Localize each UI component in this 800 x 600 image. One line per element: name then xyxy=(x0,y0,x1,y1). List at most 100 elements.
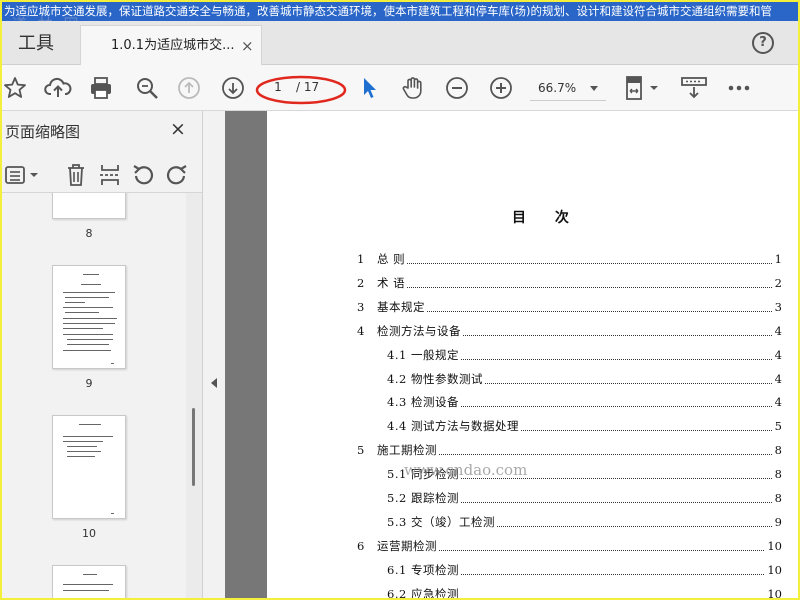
thumbnail-page-10[interactable] xyxy=(52,415,126,519)
collapse-left-icon[interactable] xyxy=(211,378,217,388)
panel-title: 页面缩略图 xyxy=(5,123,81,141)
close-tab-icon[interactable]: × xyxy=(241,38,254,54)
toc-entry-page: 9 xyxy=(772,513,782,530)
toc-entry-text: 4.3 检测设备 xyxy=(387,394,461,411)
toc-entry-page: 4 xyxy=(772,346,782,363)
delete-page-icon[interactable] xyxy=(64,162,88,192)
toc-entry-text: 6.1 专项检测 xyxy=(387,561,461,578)
window-title: 为适应城市交通发展，保证道路交通安全与畅通，改善城市静态交通环境，使本市建筑工程… xyxy=(4,4,772,18)
tab-bar: 工具 1.0.1为适应城市交... × ? xyxy=(2,21,798,65)
more-icon[interactable] xyxy=(726,75,752,101)
toc-entry-number: 1 xyxy=(357,252,365,266)
toc-entry-text: 基本规定 xyxy=(377,298,427,315)
thumbnail-scrollbar[interactable] xyxy=(186,193,202,598)
prev-page-icon[interactable] xyxy=(176,75,202,101)
toc-entry-text: 术 语 xyxy=(377,274,408,291)
toc-entry-page: 4 xyxy=(772,394,782,411)
zoom-value: 66.7% xyxy=(538,81,577,95)
toc-entry[interactable]: 4.2 物性参数测试 4 xyxy=(357,370,782,387)
toc-entry[interactable]: 1 总 则 1 xyxy=(357,251,782,267)
toc-entry-text: 4.4 测试方法与数据处理 xyxy=(387,418,521,435)
toc-entry-text: 4.2 物性参数测试 xyxy=(387,370,485,387)
scroll-mode-icon[interactable] xyxy=(680,75,708,101)
toc-entry-page: 3 xyxy=(772,298,782,315)
toc-entry-page: 5 xyxy=(772,418,782,435)
toc-leader-dots xyxy=(377,310,778,312)
toc-leader-dots xyxy=(377,262,778,264)
toc-entry-text: 运营期检测 xyxy=(377,537,439,554)
toc-entry-text: 施工期检测 xyxy=(377,442,439,459)
toc-entry-text: 5.2 跟踪检测 xyxy=(387,490,461,506)
toc-entry[interactable]: 4.3 检测设备 4 xyxy=(357,394,782,411)
toc-entry[interactable]: 5 施工期检测 8 xyxy=(357,442,782,459)
thumbnail-page-11[interactable] xyxy=(52,565,126,598)
thumbnail-page-8[interactable] xyxy=(52,193,126,219)
page-thumbnails-panel: 页面缩略图 × 8 9 10 xyxy=(2,111,203,598)
toc-entry-text: 5.3 交（竣）工检测 xyxy=(387,513,497,530)
toc-entry-number: 4 xyxy=(357,323,365,338)
toc-entry[interactable]: 5.3 交（竣）工检测 9 xyxy=(357,513,782,530)
toc-entry-page: 10 xyxy=(765,537,782,554)
next-page-icon[interactable] xyxy=(220,75,246,101)
thumbnail-label: 9 xyxy=(85,377,93,390)
toc-title: 目 次 xyxy=(512,210,581,226)
toc-entry[interactable]: 6.2 应急检测 10 xyxy=(357,585,782,598)
bookmark-star-icon[interactable] xyxy=(2,75,28,101)
main-toolbar: 1 / 17 66.7% xyxy=(2,65,798,111)
toc-entry-text: 检测方法与设备 xyxy=(377,322,463,339)
toc-entry-page: 8 xyxy=(772,442,782,459)
toc-entry-page: 4 xyxy=(772,322,782,339)
toc-entry-page: 8 xyxy=(772,490,782,506)
panel-toolbar xyxy=(2,155,202,193)
toc-leader-dots xyxy=(377,286,778,288)
toc-entry-page: 2 xyxy=(772,274,782,291)
help-icon[interactable]: ? xyxy=(752,32,774,54)
tab-tools[interactable]: 工具 xyxy=(2,21,72,65)
thumbnail-label: 8 xyxy=(85,227,93,240)
toc-entry[interactable]: 6 运营期检测 10 xyxy=(357,537,782,554)
toc-entry-page: 10 xyxy=(765,585,782,598)
tab-document-label: 1.0.1为适应城市交... xyxy=(111,38,235,53)
hand-tool-icon[interactable] xyxy=(400,75,426,101)
thumbnail-page-9[interactable] xyxy=(52,265,126,369)
panel-collapse-strip[interactable] xyxy=(203,111,225,598)
zoom-search-icon[interactable] xyxy=(134,75,160,101)
window-title-bar: 为适应城市交通发展，保证道路交通安全与畅通，改善城市静态交通环境，使本市建筑工程… xyxy=(2,2,798,21)
zoom-dropdown[interactable]: 66.7% xyxy=(530,75,606,101)
toc-entry-number: 5 xyxy=(357,443,365,458)
close-panel-icon[interactable]: × xyxy=(170,119,186,139)
toc-entry-page: 1 xyxy=(772,251,782,267)
document-view: 目 次 1总 则12术 语 2 3 基本规定 3 4 检测方法与设备 4 4.1 一般规定 4 4.… xyxy=(225,111,798,598)
toc-entry-text: 6.2 应急检测 xyxy=(387,585,461,598)
toc-entry-page: 4 xyxy=(772,370,782,387)
select-cursor-icon[interactable] xyxy=(358,75,380,101)
extract-page-icon[interactable] xyxy=(98,162,122,192)
toc-entry-number: 6 xyxy=(357,538,365,553)
toc-entry-text: 总 则 xyxy=(377,251,408,267)
print-icon[interactable] xyxy=(88,75,114,101)
toc-entry[interactable]: 2 术 语 2 xyxy=(357,274,782,291)
toc-entry-page: 8 xyxy=(772,466,782,483)
chevron-down-icon xyxy=(590,86,598,91)
rotate-ccw-icon[interactable] xyxy=(130,162,156,192)
thumbnail-label: 10 xyxy=(82,527,96,540)
toc-entry-number: 3 xyxy=(357,299,365,314)
watermark-bottom: www.cndao.com xyxy=(404,461,528,479)
fit-page-icon[interactable] xyxy=(622,75,662,101)
thumbnail-options-icon[interactable] xyxy=(4,163,42,191)
toc-entry[interactable]: 4.4 测试方法与数据处理 5 xyxy=(357,418,782,435)
rotate-cw-icon[interactable] xyxy=(164,162,190,192)
thumbnail-list: 8 9 10 xyxy=(2,193,202,598)
toc-entry[interactable]: 3 基本规定 3 xyxy=(357,298,782,315)
zoom-out-icon[interactable] xyxy=(444,75,470,101)
upload-cloud-icon[interactable] xyxy=(44,75,72,101)
toc-entry[interactable]: 6.1 专项检测 10 xyxy=(357,561,782,578)
tab-document[interactable]: 1.0.1为适应城市交... × xyxy=(80,25,262,65)
toc-entry[interactable]: 4 检测方法与设备 4 xyxy=(357,322,782,339)
toc-entry[interactable]: 5.2 跟踪检测 8 xyxy=(357,490,782,506)
toc-entry-text: 4.1 一般规定 xyxy=(387,346,461,363)
toc-entry-number: 2 xyxy=(357,275,365,290)
toc-entry[interactable]: 4.1 一般规定 4 xyxy=(357,346,782,363)
zoom-in-icon[interactable] xyxy=(488,75,514,101)
scrollbar-thumb[interactable] xyxy=(192,408,195,486)
